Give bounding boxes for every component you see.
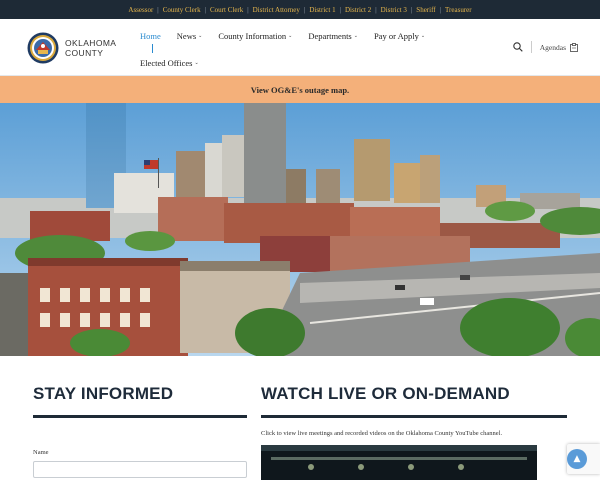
nav-home[interactable]: Home <box>140 31 161 41</box>
nav-pay-or-apply[interactable]: Pay or Apply ⌄ <box>374 31 425 41</box>
watch-live-heading: WATCH LIVE OR ON-DEMAND <box>261 384 510 403</box>
hero-image <box>0 103 600 356</box>
nav-elected-offices-label: Elected Offices <box>140 58 193 68</box>
city-skyline-image <box>0 103 600 356</box>
search-icon[interactable] <box>512 42 523 52</box>
nav-departments[interactable]: Departments ⌄ <box>308 31 358 41</box>
video-thumbnail[interactable] <box>261 445 537 480</box>
header-divider <box>530 41 532 53</box>
back-to-top-button[interactable]: ▲ <box>567 449 587 469</box>
chevron-down-icon: ⌄ <box>198 34 203 39</box>
site-logo[interactable]: OKLAHOMA COUNTY <box>27 32 116 64</box>
chevron-down-icon: ⌄ <box>353 34 358 39</box>
watch-live-column: WATCH LIVE OR ON-DEMAND Click to view li… <box>261 384 567 480</box>
nav-departments-label: Departments <box>308 31 352 41</box>
name-input[interactable] <box>33 461 247 478</box>
county-seal-icon <box>27 32 59 64</box>
clipboard-icon <box>570 42 578 52</box>
logo-wordmark: OKLAHOMA COUNTY <box>65 38 116 58</box>
main-nav: Home News ⌄ County Information ⌄ Departmen… <box>140 29 480 70</box>
heading-rule <box>261 415 567 418</box>
active-nav-indicator <box>152 44 153 53</box>
topbar-link-sheriff[interactable]: Sheriff <box>416 6 435 14</box>
agendas-label: Agendas <box>539 42 566 52</box>
arrow-up-icon: ▲ <box>573 454 581 464</box>
topbar-link-assessor[interactable]: Assessor <box>128 6 153 14</box>
header-utilities: Agendas <box>512 41 578 53</box>
nav-county-information[interactable]: County Information ⌄ <box>218 31 292 41</box>
topbar-link-district-1[interactable]: District 1 <box>309 6 335 14</box>
chevron-down-icon: ⌄ <box>194 61 199 66</box>
logo-line-1: OKLAHOMA <box>65 38 117 48</box>
nav-elected-offices[interactable]: Elected Offices ⌄ <box>140 58 199 68</box>
logo-line-2: COUNTY <box>65 48 104 58</box>
topbar-link-district-attorney[interactable]: District Attorney <box>253 6 300 14</box>
top-utility-bar: Assessor | County Clerk | Court Clerk | Dis… <box>0 0 600 19</box>
topbar-link-county-clerk[interactable]: County Clerk <box>163 6 201 14</box>
nav-news[interactable]: News ⌄ <box>177 31 203 41</box>
chevron-down-icon: ⌄ <box>420 34 426 39</box>
topbar-link-district-3[interactable]: District 3 <box>381 6 407 14</box>
chevron-down-icon: ⌄ <box>288 34 293 39</box>
watch-live-description: Click to view live meetings and recorded… <box>261 430 503 437</box>
content-section: STAY INFORMED Name WATCH LIVE OR ON-DEMA… <box>0 356 600 480</box>
topbar-link-district-2[interactable]: District 2 <box>345 6 371 14</box>
agendas-link[interactable]: Agendas <box>540 43 578 52</box>
meeting-room-image <box>261 445 537 480</box>
nav-news-label: News <box>176 31 197 41</box>
stay-informed-column: STAY INFORMED Name <box>33 384 247 478</box>
name-label: Name <box>33 449 49 456</box>
heading-rule <box>33 415 247 418</box>
stay-informed-heading: STAY INFORMED <box>33 384 174 403</box>
nav-pay-or-apply-label: Pay or Apply <box>373 31 419 41</box>
site-header: OKLAHOMA COUNTY Home News ⌄ County Inform… <box>0 19 600 76</box>
topbar-link-court-clerk[interactable]: Court Clerk <box>210 6 243 14</box>
outage-alert-text[interactable]: View OG&E's outage map. <box>251 85 349 95</box>
nav-county-information-label: County Information <box>218 31 287 41</box>
topbar-link-treasurer[interactable]: Treasurer <box>445 6 472 14</box>
outage-alert-banner[interactable]: View OG&E's outage map. <box>0 76 600 103</box>
